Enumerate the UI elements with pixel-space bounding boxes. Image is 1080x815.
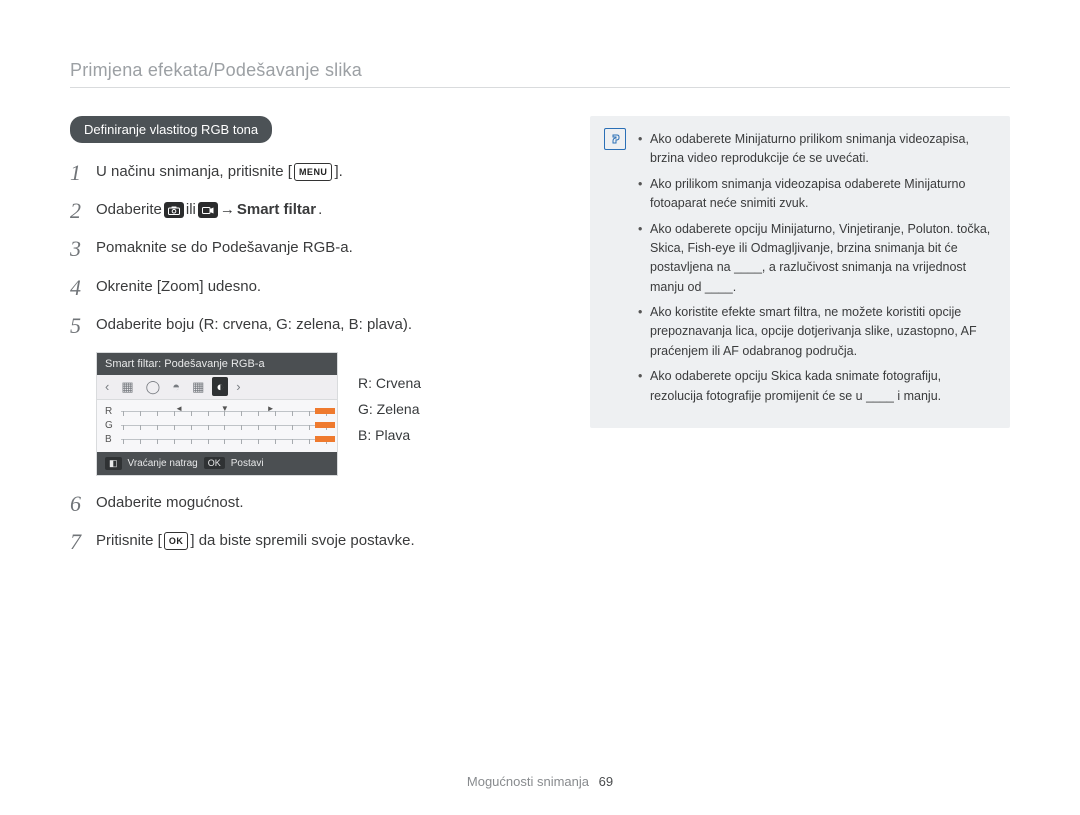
step-text: U načinu snimanja, pritisnite [ MENU ].: [96, 161, 343, 184]
step-text: Odaberite boju (R: crvena, G: zelena, B:…: [96, 314, 412, 337]
step-text: Okrenite [Zoom] udesno.: [96, 276, 261, 299]
step-text: Odaberite mogućnost.: [96, 492, 244, 515]
slider-row-g: G: [105, 420, 329, 431]
slider-handle[interactable]: [315, 408, 335, 414]
step-text: Odaberite ili → Smart ﬁltar .: [96, 199, 322, 222]
tab-item[interactable]: ▦: [188, 377, 208, 397]
camera-screen-footer: ◧ Vraćanje natrag OK Postavi: [97, 452, 337, 475]
columns: Deﬁniranje vlastitog RGB tona 1 U načinu…: [70, 116, 1010, 568]
step-number: 2: [70, 199, 96, 223]
info-item: Ako odaberete opciju Minijaturno, Vinjet…: [638, 220, 992, 298]
footer-set-label: Postavi: [231, 458, 264, 469]
info-item: Ako odaberete Minijaturno prilikom snima…: [638, 130, 992, 169]
slider-track[interactable]: [121, 434, 329, 444]
step2-pre: Odaberite: [96, 199, 162, 222]
back-softkey-icon[interactable]: ◧: [105, 457, 122, 470]
info-box: Ako odaberete Minijaturno prilikom snima…: [590, 116, 1010, 428]
step-number: 4: [70, 276, 96, 300]
slider-label: G: [105, 420, 115, 431]
photo-mode-icon: [164, 202, 184, 218]
step-number: 7: [70, 530, 96, 554]
video-mode-icon: [198, 202, 218, 218]
menu-button-icon: MENU: [294, 163, 333, 181]
figure-row: Smart ﬁltar: Podešavanje RGB-a ‹ ▦ ◯ ◓ ▦…: [96, 352, 550, 476]
camera-screen-body: R ◄▼► G: [97, 400, 337, 452]
slider-row-b: B: [105, 434, 329, 445]
step-text: Pritisnite [ OK ] da biste spremili svoj…: [96, 530, 415, 553]
footer-page-number: 69: [599, 774, 613, 789]
page-footer: Mogućnosti snimanja 69: [0, 774, 1080, 789]
tab-item-active[interactable]: ◐: [212, 377, 228, 396]
step2-end: .: [318, 199, 322, 222]
tab-item[interactable]: ▦: [117, 377, 137, 397]
info-icon: [604, 128, 626, 150]
ok-button-icon: OK: [164, 532, 189, 550]
step-6: 6 Odaberite mogućnost.: [70, 492, 550, 516]
slider-handle[interactable]: [315, 422, 335, 428]
slider-label: R: [105, 406, 115, 417]
callout-b: B: Plava: [358, 427, 421, 443]
footer-label: Mogućnosti snimanja: [467, 774, 589, 789]
step-1: 1 U načinu snimanja, pritisnite [ MENU ]…: [70, 161, 550, 185]
slider-track[interactable]: [121, 420, 329, 430]
step-4: 4 Okrenite [Zoom] udesno.: [70, 276, 550, 300]
tab-left-arrow-icon[interactable]: ‹: [101, 377, 113, 396]
info-item: Ako prilikom snimanja videozapisa odaber…: [638, 175, 992, 214]
slider-track[interactable]: ◄▼►: [121, 406, 329, 416]
slider-handle[interactable]: [315, 436, 335, 442]
slider-label: B: [105, 434, 115, 445]
step-number: 5: [70, 314, 96, 338]
camera-screen-title: Smart ﬁltar: Podešavanje RGB-a: [97, 353, 337, 375]
camera-screen: Smart ﬁltar: Podešavanje RGB-a ‹ ▦ ◯ ◓ ▦…: [96, 352, 338, 476]
footer-back-label: Vraćanje natrag: [128, 458, 198, 469]
page: Primjena efekata/Podešavanje slika Deﬁni…: [0, 0, 1080, 815]
arrow: →: [220, 199, 235, 222]
camera-screen-tabbar: ‹ ▦ ◯ ◓ ▦ ◐ ›: [97, 375, 337, 400]
tab-item[interactable]: ◯: [142, 377, 165, 397]
tab-item[interactable]: ◓: [168, 377, 184, 396]
info-list: Ako odaberete Minijaturno prilikom snima…: [638, 130, 992, 406]
step-text: Pomaknite se do Podešavanje RGB-a.: [96, 237, 353, 260]
left-column: Deﬁniranje vlastitog RGB tona 1 U načinu…: [70, 116, 550, 568]
step-2: 2 Odaberite ili → Smart ﬁltar .: [70, 199, 550, 223]
step-number: 3: [70, 237, 96, 261]
step1-post: ].: [334, 161, 342, 184]
slider-row-r: R ◄▼►: [105, 406, 329, 417]
step-7: 7 Pritisnite [ OK ] da biste spremili sv…: [70, 530, 550, 554]
smart-filter-label: Smart ﬁltar: [237, 199, 316, 222]
step-number: 6: [70, 492, 96, 516]
step-number: 1: [70, 161, 96, 185]
step7-post: ] da biste spremili svoje postavke.: [190, 530, 414, 553]
step7-pre: Pritisnite [: [96, 530, 162, 553]
tab-right-arrow-icon[interactable]: ›: [232, 377, 244, 396]
info-item: Ako odaberete opciju Skica kada snimate …: [638, 367, 992, 406]
page-title: Primjena efekata/Podešavanje slika: [70, 60, 1010, 88]
callout-r: R: Crvena: [358, 375, 421, 391]
step-3: 3 Pomaknite se do Podešavanje RGB-a.: [70, 237, 550, 261]
info-item: Ako koristite efekte smart ﬁltra, ne mož…: [638, 303, 992, 361]
section-chip: Deﬁniranje vlastitog RGB tona: [70, 116, 272, 143]
right-column: Ako odaberete Minijaturno prilikom snima…: [590, 116, 1010, 568]
or-word: ili: [186, 199, 196, 222]
step1-pre: U načinu snimanja, pritisnite [: [96, 161, 292, 184]
callout-g: G: Zelena: [358, 401, 421, 417]
callouts: R: Crvena G: Zelena B: Plava: [358, 375, 421, 453]
ok-softkey-icon[interactable]: OK: [204, 457, 225, 469]
step-5: 5 Odaberite boju (R: crvena, G: zelena, …: [70, 314, 550, 338]
